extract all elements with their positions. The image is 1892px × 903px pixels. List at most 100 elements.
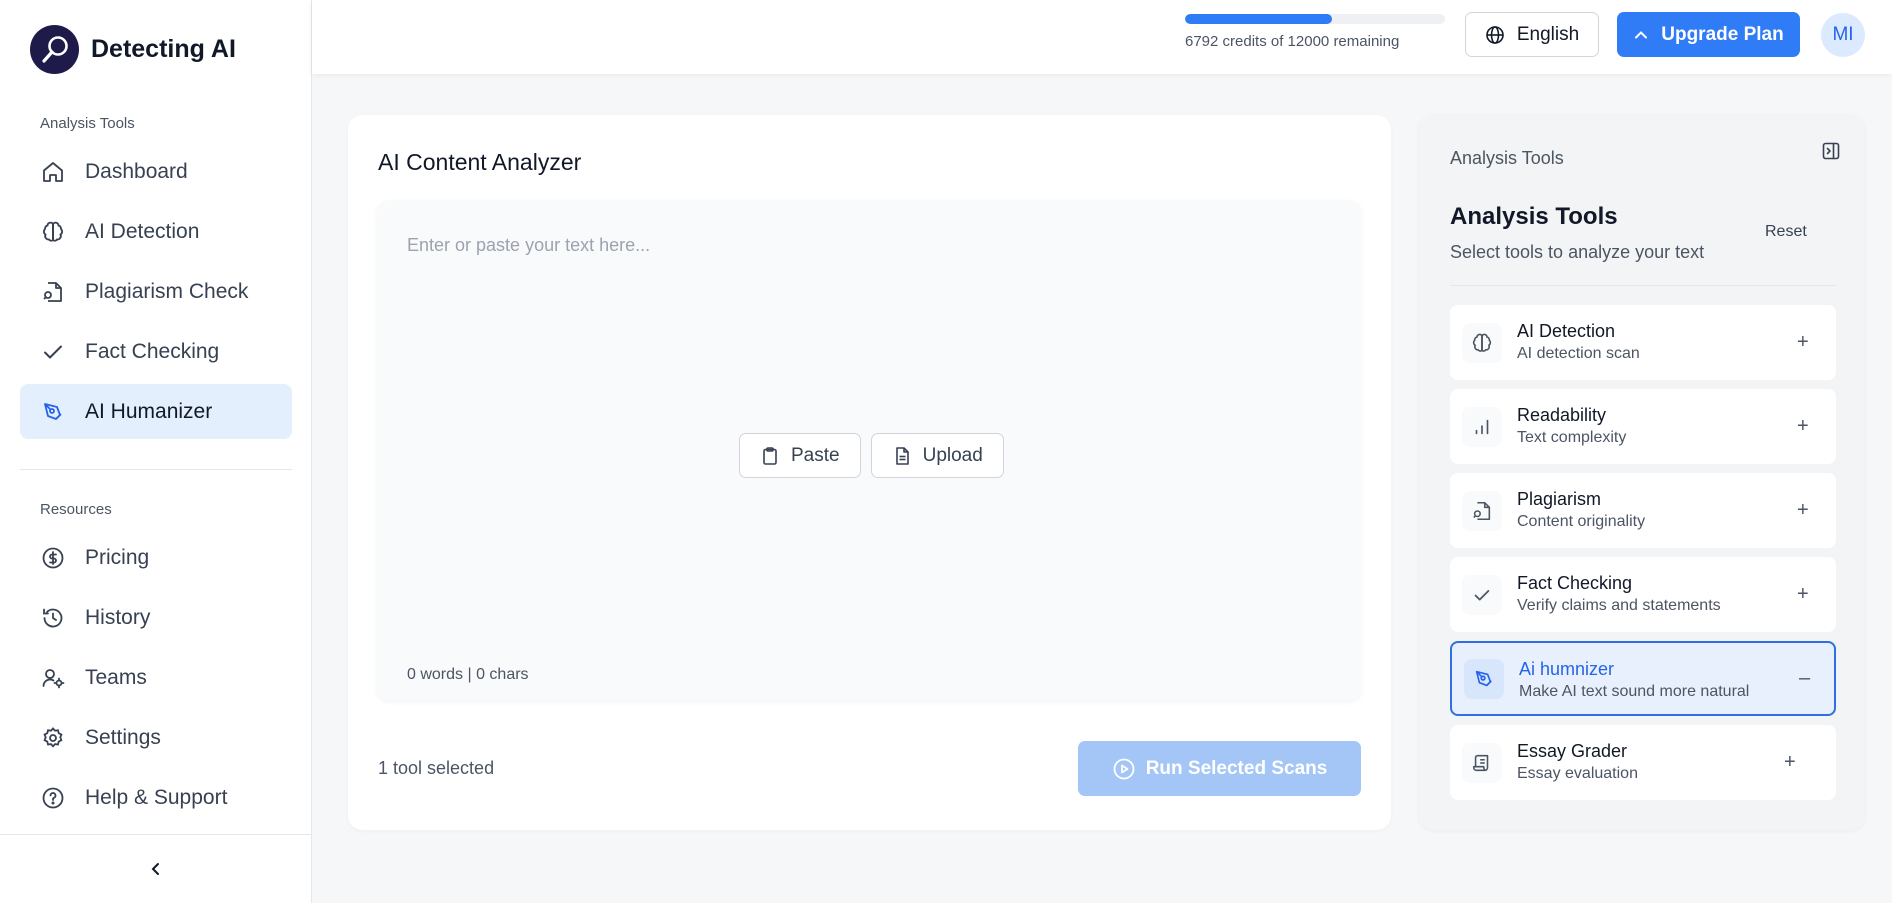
remove-tool-icon[interactable]: – bbox=[1799, 667, 1810, 690]
tool-option-readability[interactable]: Readability Text complexity + bbox=[1450, 389, 1836, 464]
editor-actions: Paste Upload bbox=[739, 433, 1004, 478]
add-tool-icon[interactable]: + bbox=[1797, 415, 1809, 438]
tool-name: Ai humnizer bbox=[1519, 659, 1615, 679]
tool-name: Plagiarism bbox=[1517, 489, 1602, 509]
collapse-sidebar-button[interactable] bbox=[0, 834, 312, 903]
sidebar-item-teams[interactable]: Teams bbox=[20, 650, 292, 705]
tool-option-plagiarism[interactable]: Plagiarism Content originality + bbox=[1450, 473, 1836, 548]
credits-text: 6792 credits of 12000 remaining bbox=[1185, 33, 1400, 50]
globe-icon bbox=[1485, 25, 1505, 45]
check-icon bbox=[1462, 574, 1502, 615]
upload-button[interactable]: Upload bbox=[870, 433, 1004, 478]
bar-chart-icon bbox=[1462, 406, 1502, 447]
tool-name: AI Detection bbox=[1517, 321, 1616, 341]
panel-divider bbox=[1450, 285, 1836, 286]
tool-description: AI detection scan bbox=[1517, 345, 1640, 362]
upgrade-plan-button[interactable]: Upgrade Plan bbox=[1617, 12, 1800, 57]
panel-title: Analysis Tools bbox=[1450, 203, 1618, 230]
clipboard-icon bbox=[760, 446, 780, 466]
tool-description: Make AI text sound more natural bbox=[1519, 683, 1750, 700]
analysis-tools-panel: Analysis Tools Analysis Tools Reset Sele… bbox=[1419, 115, 1865, 830]
text-input-placeholder: Enter or paste your text here... bbox=[407, 235, 651, 255]
top-header: 6792 credits of 12000 remaining English … bbox=[312, 0, 1892, 74]
panel-eyebrow: Analysis Tools bbox=[1450, 148, 1564, 168]
chevron-up-icon bbox=[1633, 27, 1649, 43]
upload-label: Upload bbox=[922, 444, 983, 466]
tool-name: Fact Checking bbox=[1517, 573, 1633, 593]
file-text-icon bbox=[892, 446, 912, 466]
user-avatar[interactable]: MI bbox=[1821, 13, 1865, 57]
sidebar-item-label: Settings bbox=[85, 725, 161, 749]
dollar-circle-icon bbox=[40, 545, 66, 571]
user-gear-icon bbox=[40, 665, 66, 691]
credits-progress-fill bbox=[1185, 14, 1333, 24]
pen-tool-icon bbox=[1464, 658, 1504, 699]
sidebar-item-settings[interactable]: Settings bbox=[20, 710, 292, 765]
language-label: English bbox=[1516, 23, 1580, 45]
reset-button[interactable]: Reset bbox=[1765, 223, 1807, 241]
file-search-icon bbox=[1462, 490, 1502, 531]
brain-icon bbox=[40, 219, 66, 245]
scroll-icon bbox=[1462, 742, 1502, 783]
sidebar-item-dashboard[interactable]: Dashboard bbox=[20, 144, 292, 199]
tool-description: Content originality bbox=[1517, 513, 1646, 530]
add-tool-icon[interactable]: + bbox=[1784, 751, 1796, 774]
tool-option-essay-grader[interactable]: Essay Grader Essay evaluation + bbox=[1450, 725, 1836, 800]
home-icon bbox=[40, 159, 66, 185]
run-selected-scans-button[interactable]: Run Selected Scans bbox=[1078, 741, 1361, 796]
tool-name: Readability bbox=[1517, 405, 1607, 425]
brand-name: Detecting AI bbox=[91, 35, 236, 63]
tool-description: Essay evaluation bbox=[1517, 765, 1638, 782]
pen-tool-icon bbox=[40, 399, 66, 425]
sidebar-item-label: AI Humanizer bbox=[85, 399, 213, 423]
sidebar-item-label: AI Detection bbox=[85, 219, 200, 243]
sidebar-item-label: Help & Support bbox=[85, 785, 228, 809]
sidebar-item-label: Pricing bbox=[85, 545, 150, 569]
page-title: AI Content Analyzer bbox=[378, 149, 582, 175]
sidebar-item-fact-checking[interactable]: Fact Checking bbox=[20, 324, 292, 379]
gear-icon bbox=[40, 725, 66, 751]
sidebar-item-help-support[interactable]: Help & Support bbox=[20, 770, 292, 825]
magnifier-logo-icon bbox=[30, 25, 79, 74]
word-char-count: 0 words | 0 chars bbox=[407, 666, 529, 683]
content-analyzer-card: AI Content Analyzer Enter or paste your … bbox=[348, 115, 1391, 830]
tool-description: Verify claims and statements bbox=[1517, 597, 1721, 614]
sidebar-item-label: Plagiarism Check bbox=[85, 279, 249, 303]
sidebar-item-ai-detection[interactable]: AI Detection bbox=[20, 204, 292, 259]
collapse-panel-button[interactable] bbox=[1821, 141, 1841, 161]
language-selector[interactable]: English bbox=[1465, 12, 1599, 57]
paste-button[interactable]: Paste bbox=[739, 433, 861, 478]
tool-description: Text complexity bbox=[1517, 429, 1627, 446]
sidebar: Detecting AI Analysis Tools Dashboard AI… bbox=[0, 0, 312, 903]
sidebar-item-label: Fact Checking bbox=[85, 339, 220, 363]
tool-option-fact-checking[interactable]: Fact Checking Verify claims and statemen… bbox=[1450, 557, 1836, 632]
sidebar-item-label: History bbox=[85, 605, 151, 629]
sidebar-item-plagiarism-check[interactable]: Plagiarism Check bbox=[20, 264, 292, 319]
help-circle-icon bbox=[40, 785, 66, 811]
sidebar-divider bbox=[20, 469, 292, 470]
tool-name: Essay Grader bbox=[1517, 741, 1628, 761]
credits-progress-bar bbox=[1185, 14, 1445, 24]
sidebar-item-history[interactable]: History bbox=[20, 590, 292, 645]
section-label-resources: Resources bbox=[40, 501, 112, 518]
run-selected-scans-label: Run Selected Scans bbox=[1145, 757, 1328, 779]
upgrade-plan-label: Upgrade Plan bbox=[1661, 23, 1784, 45]
panel-subtitle: Select tools to analyze your text bbox=[1450, 242, 1705, 262]
play-circle-icon bbox=[1112, 757, 1136, 781]
chevron-left-icon bbox=[148, 861, 164, 877]
brand[interactable]: Detecting AI bbox=[30, 25, 236, 74]
text-input-area[interactable]: Enter or paste your text here... Paste U… bbox=[377, 200, 1361, 700]
add-tool-icon[interactable]: + bbox=[1797, 499, 1809, 522]
brain-icon bbox=[1462, 322, 1502, 363]
tool-option-ai-detection[interactable]: AI Detection AI detection scan + bbox=[1450, 305, 1836, 380]
sidebar-item-ai-humanizer[interactable]: AI Humanizer bbox=[20, 384, 292, 439]
section-label-analysis-tools: Analysis Tools bbox=[40, 115, 135, 132]
add-tool-icon[interactable]: + bbox=[1797, 583, 1809, 606]
sidebar-item-pricing[interactable]: Pricing bbox=[20, 530, 292, 585]
tools-selected-count: 1 tool selected bbox=[378, 758, 495, 778]
tool-option-ai-humanizer[interactable]: Ai humnizer Make AI text sound more natu… bbox=[1450, 641, 1836, 716]
add-tool-icon[interactable]: + bbox=[1797, 331, 1809, 354]
file-search-icon bbox=[40, 279, 66, 305]
sidebar-item-label: Dashboard bbox=[85, 159, 188, 183]
credits-meter: 6792 credits of 12000 remaining bbox=[1185, 14, 1445, 50]
